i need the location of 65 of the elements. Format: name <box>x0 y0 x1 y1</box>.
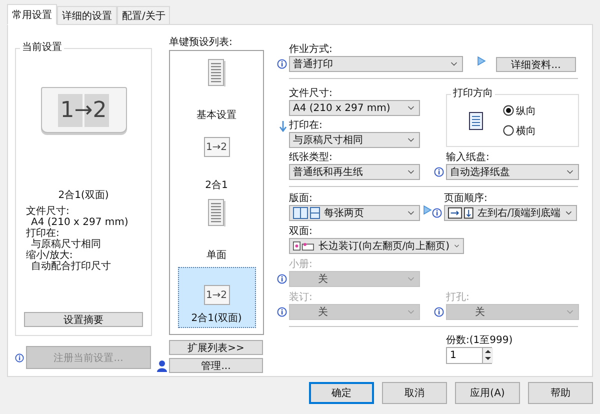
field-label: 纸张类型: <box>288 152 334 164</box>
setting-label: 打印在: <box>26 228 60 239</box>
preset-item[interactable]: 基本设置 <box>178 55 256 125</box>
setting-label: 缩小/放大: <box>26 250 73 261</box>
person-icon <box>157 360 167 372</box>
field-label: 小册: <box>288 259 314 271</box>
tab[interactable]: 配置/关于 <box>117 6 170 25</box>
field-label: 打印在: <box>289 120 322 132</box>
dialog-button[interactable]: 取消 <box>382 382 447 404</box>
two-in-one-icon: 1→2 <box>204 137 230 157</box>
setting-label: 文件尺寸: <box>26 206 70 217</box>
manage-button[interactable]: 管理... <box>169 358 263 373</box>
field-label: 版面: <box>288 193 314 205</box>
setting-value: A4 (210 x 297 mm) <box>31 217 130 228</box>
details-button[interactable]: 详细资料... <box>496 57 576 72</box>
field-label: 打孔: <box>445 292 470 304</box>
preset-item[interactable]: 1→2 2合1(双面) <box>178 267 256 328</box>
dialog-button[interactable]: 确定 <box>309 382 374 404</box>
preset-item[interactable]: 1→2 2合1 <box>178 125 256 195</box>
dropdown[interactable]: 普通纸和再生纸 <box>289 164 420 180</box>
radio-option[interactable]: 纵向 <box>503 104 536 118</box>
dropdown[interactable]: A4 (210 x 297 mm) <box>289 100 420 116</box>
preview-drawing: 1→2 <box>40 87 126 133</box>
preset-list-title: 单键预设列表: <box>169 37 234 49</box>
preset-item[interactable]: 单面 <box>178 195 256 265</box>
group-title: 打印方向 <box>451 88 495 100</box>
radio-option[interactable]: 横向 <box>503 124 536 138</box>
setting-value: 与原稿尺寸相同 <box>31 239 102 250</box>
preview-label: 2合1(双面) <box>58 189 109 202</box>
tab[interactable]: 常用设置 <box>7 4 57 25</box>
field-label: 份数:(1至999) <box>445 335 514 347</box>
field-label: 双面: <box>288 226 314 238</box>
document-icon <box>208 59 226 87</box>
field-label: 文件尺寸: <box>288 88 334 100</box>
setting-value: 自动配合打印尺寸 <box>30 261 112 272</box>
radio-icon[interactable] <box>503 105 514 116</box>
page-layout-icon <box>293 207 321 219</box>
expand-list-button[interactable]: 扩展列表>> <box>169 340 263 355</box>
field-label: 页面顺序: <box>443 193 488 205</box>
down-arrow-icon <box>279 120 287 132</box>
dropdown[interactable]: 长边装订(向左翻页/向上翻页) <box>289 238 464 254</box>
dropdown[interactable]: 每张两页 <box>289 205 420 221</box>
dropdown[interactable]: 普通打印 <box>289 56 463 72</box>
two-in-one-icon: 1→2 <box>204 285 230 305</box>
dialog-button[interactable]: 帮助 <box>528 382 593 404</box>
field-label: 装订: <box>288 292 314 304</box>
up-arrow-icon[interactable] <box>483 348 493 355</box>
tab[interactable]: 详细的设置 <box>57 6 117 25</box>
summary-button[interactable]: 设置摘要 <box>24 312 143 327</box>
field-label: 作业方式: <box>288 44 334 56</box>
dropdown[interactable]: 左到右/顶端到底端 <box>444 205 577 221</box>
page-order-icon <box>448 207 474 219</box>
dropdown[interactable]: 与原稿尺寸相同 <box>289 132 420 148</box>
play-icon <box>423 205 432 215</box>
radio-icon[interactable] <box>503 125 514 136</box>
dropdown[interactable]: 自动选择纸盘 <box>446 164 579 180</box>
duplex-icon <box>293 240 316 252</box>
down-arrow-icon[interactable] <box>483 355 493 362</box>
document-icon <box>208 199 226 227</box>
copies-spinbox[interactable]: 1 <box>446 347 492 364</box>
portrait-page-icon <box>469 112 483 130</box>
field-label: 输入纸盘: <box>445 152 490 164</box>
group-title: 当前设置 <box>20 42 64 54</box>
play-icon <box>477 56 486 66</box>
dialog-button[interactable]: 应用(A) <box>455 382 520 404</box>
